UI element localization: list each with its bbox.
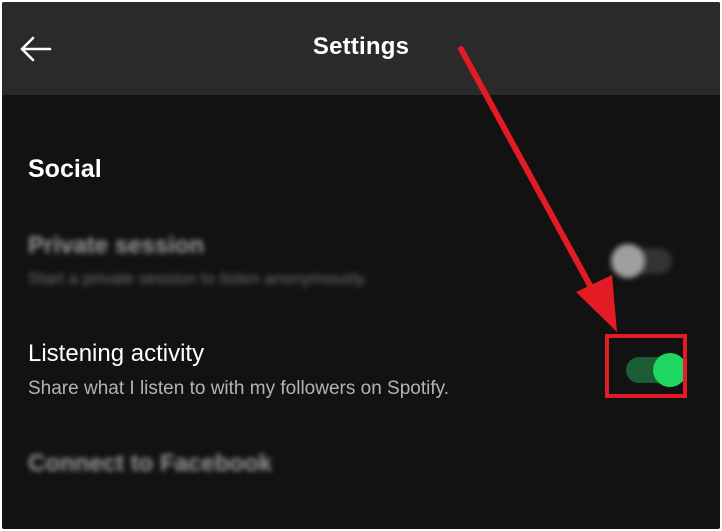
section-title-social: Social <box>28 155 102 183</box>
private-session-label: Private session <box>28 232 205 259</box>
toggle-knob <box>653 353 687 387</box>
setting-row-private-session[interactable]: Private session Start a private session … <box>2 227 720 297</box>
private-session-description: Start a private session to listen anonym… <box>28 269 368 288</box>
listening-activity-description: Share what I listen to with my followers… <box>28 378 449 399</box>
setting-row-listening-activity[interactable]: Listening activity Share what I listen t… <box>2 337 720 407</box>
app-header: Settings <box>2 2 720 95</box>
listening-activity-label: Listening activity <box>28 340 205 367</box>
listening-activity-toggle[interactable] <box>626 353 687 387</box>
private-session-toggle[interactable] <box>611 244 672 278</box>
settings-screen: Settings Social Private session Start a … <box>2 2 720 529</box>
page-title: Settings <box>312 33 410 60</box>
setting-row-connect-facebook[interactable]: Connect to Facebook <box>2 445 720 485</box>
connect-facebook-label: Connect to Facebook <box>28 450 273 477</box>
toggle-knob <box>611 244 645 278</box>
